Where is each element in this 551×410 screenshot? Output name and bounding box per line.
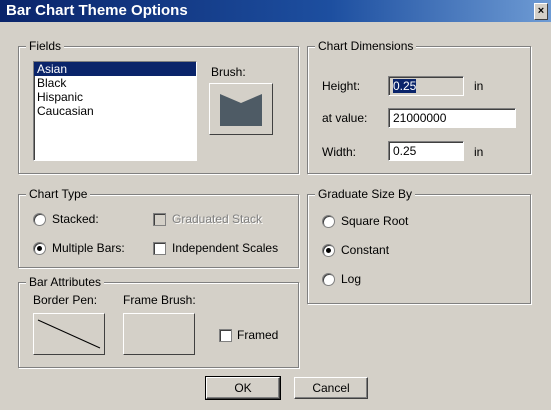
constant-label[interactable]: Constant: [341, 243, 389, 257]
frame-brush-label: Frame Brush:: [123, 293, 196, 307]
square-root-radio[interactable]: [322, 215, 335, 228]
bar-attributes-legend: Bar Attributes: [26, 275, 105, 289]
list-item-hispanic[interactable]: Hispanic: [34, 90, 196, 104]
graduated-stack-checkbox[interactable]: [153, 213, 166, 226]
window-title: Bar Chart Theme Options: [6, 2, 188, 19]
fields-group: Fields Asian Black Hispanic Caucasian Br…: [18, 39, 299, 174]
stacked-radio[interactable]: [33, 213, 46, 226]
ok-button[interactable]: OK: [205, 376, 281, 400]
list-item-asian[interactable]: Asian: [34, 62, 196, 76]
independent-scales-label[interactable]: Independent Scales: [172, 241, 278, 255]
radio-selected-dot: [326, 248, 331, 253]
width-label: Width:: [322, 145, 357, 159]
cancel-button[interactable]: Cancel: [294, 377, 368, 399]
log-radio[interactable]: [322, 273, 335, 286]
at-value-input[interactable]: 21000000: [388, 108, 516, 128]
graduate-size-by-legend: Graduate Size By: [315, 187, 416, 201]
height-label: Height:: [322, 79, 361, 93]
radio-selected-dot: [37, 246, 42, 251]
multiple-bars-label[interactable]: Multiple Bars:: [52, 241, 125, 255]
multiple-bars-radio[interactable]: [33, 242, 46, 255]
bar-attributes-group: Bar Attributes Border Pen: Frame Brush: …: [18, 275, 299, 368]
height-unit: in: [474, 79, 484, 93]
fields-listbox[interactable]: Asian Black Hispanic Caucasian: [33, 61, 197, 161]
close-button[interactable]: ×: [534, 3, 548, 20]
list-item-black[interactable]: Black: [34, 76, 196, 90]
pen-line-icon: [37, 319, 101, 349]
at-value-label: at value:: [322, 111, 368, 125]
width-input[interactable]: 0.25: [388, 141, 464, 161]
framed-label[interactable]: Framed: [237, 328, 278, 342]
square-root-label[interactable]: Square Root: [341, 214, 408, 228]
independent-scales-checkbox[interactable]: [153, 242, 166, 255]
graduate-size-by-group: Graduate Size By Square Root Constant Lo…: [307, 187, 531, 304]
border-pen-label: Border Pen:: [33, 293, 98, 307]
border-pen-button[interactable]: [33, 313, 105, 355]
height-input-value: 0.25: [393, 79, 417, 93]
height-input[interactable]: 0.25: [388, 76, 464, 96]
brush-pattern-icon: [220, 94, 262, 126]
brush-swatch-button[interactable]: [209, 83, 273, 135]
title-bar: Bar Chart Theme Options ×: [0, 0, 551, 22]
frame-brush-button[interactable]: [123, 313, 195, 355]
chart-dimensions-group: Chart Dimensions Height: 0.25 in at valu…: [307, 39, 531, 174]
brush-label: Brush:: [211, 65, 246, 79]
graduated-stack-label: Graduated Stack: [172, 212, 263, 226]
width-unit: in: [474, 145, 484, 159]
fields-legend: Fields: [26, 39, 65, 53]
framed-checkbox[interactable]: [219, 329, 232, 342]
list-item-caucasian[interactable]: Caucasian: [34, 104, 196, 118]
chart-type-group: Chart Type Stacked: Graduated Stack Mult…: [18, 187, 299, 268]
chart-dimensions-legend: Chart Dimensions: [315, 39, 417, 53]
stacked-label[interactable]: Stacked:: [52, 212, 99, 226]
constant-radio[interactable]: [322, 244, 335, 257]
log-label[interactable]: Log: [341, 272, 361, 286]
chart-type-legend: Chart Type: [26, 187, 91, 201]
